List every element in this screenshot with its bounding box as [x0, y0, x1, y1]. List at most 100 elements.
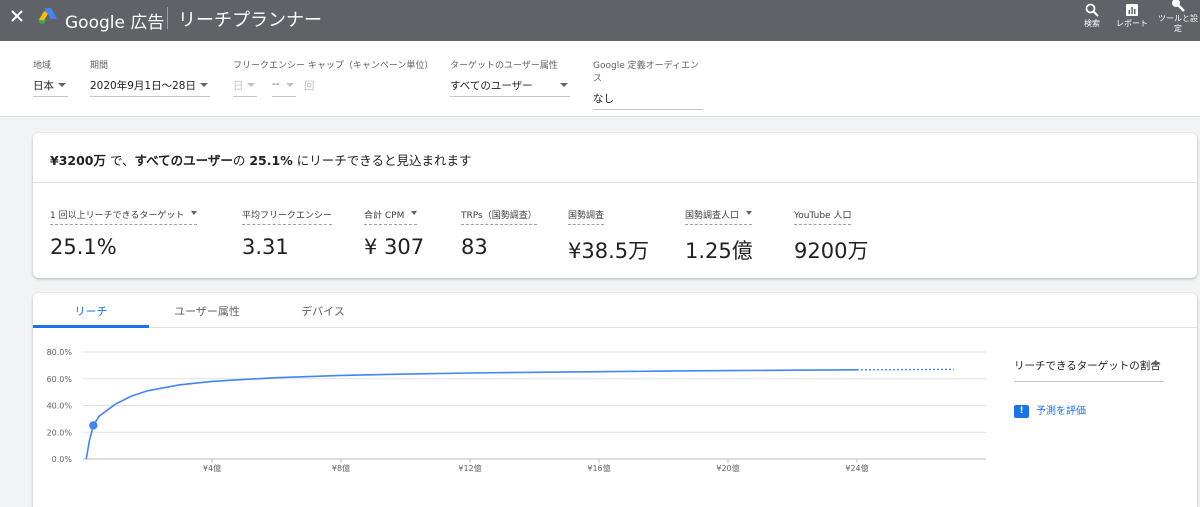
tab-demographics[interactable]: ユーザー属性	[149, 303, 265, 319]
target-value: すべてのユーザー	[450, 80, 533, 92]
chevron-down-icon	[200, 83, 208, 87]
chart-metric-value: リーチできるターゲットの割合	[1014, 360, 1161, 372]
reach-percent: 25.1%	[249, 153, 293, 168]
frequency-dash-value: --	[272, 78, 280, 90]
period-select[interactable]: 2020年9月1日～28日	[90, 78, 210, 97]
region-select[interactable]: 日本	[33, 78, 68, 97]
chevron-down-icon	[1152, 362, 1160, 366]
metric-label: 国勢調査	[568, 208, 605, 225]
period-filter[interactable]: 期間 2020年9月1日～28日	[90, 58, 210, 97]
metric-value: ¥ 307	[364, 235, 425, 259]
metric-label-text: 国勢調査	[568, 211, 605, 221]
metric-trps: TRPs（国勢調査） 83	[461, 203, 537, 259]
metric-value: 9200万	[794, 239, 869, 263]
evaluate-label: 予測を評価	[1036, 406, 1086, 417]
metric-avg-frequency: 平均フリークエンシー 3.31	[242, 203, 333, 259]
metric-reach-target[interactable]: 1 回以上リーチできるターゲット 25.1%	[50, 203, 198, 259]
chevron-down-icon	[58, 83, 66, 87]
reach-headline: ¥3200万 で、すべてのユーザーの 25.1% にリーチできると見込まれます	[50, 150, 471, 169]
evaluate-forecast-link[interactable]: ! 予測を評価	[1014, 402, 1086, 418]
reach-line-chart: 80.0% 60.0% 40.0% 20.0% 0.0% ¥4億 ¥8億 ¥12億 ¥16億 ¥2…	[47, 348, 986, 473]
metric-value: 25.1%	[50, 235, 117, 259]
frequency-count-select: 日	[233, 78, 257, 97]
audience-filter[interactable]: Google 定義オーディエンス なし	[593, 58, 703, 110]
chevron-down-icon	[286, 83, 294, 87]
google-ads-logo	[38, 8, 57, 24]
headline-text-2: の	[232, 153, 250, 168]
report-label: レポート	[1116, 19, 1148, 28]
frequency-count-value: 日	[233, 80, 244, 92]
metric-value: ¥38.5万	[568, 239, 650, 263]
metric-label-text: 1 回以上リーチできるターゲット	[50, 211, 185, 221]
metric-label[interactable]: 国勢調査人口	[685, 208, 753, 225]
metric-label-text: TRPs（国勢調査）	[461, 211, 537, 221]
target-select[interactable]: すべてのユーザー	[450, 78, 570, 97]
y-tick-label: 20.0%	[47, 428, 73, 437]
brand-name: Google 広告	[65, 13, 165, 33]
metric-value: 83	[461, 235, 488, 259]
headline-text-1: で、	[106, 153, 135, 168]
metric-label: YouTube 人口	[794, 208, 852, 225]
tools-button[interactable]: ツールと設定	[1156, 0, 1200, 34]
top-app-bar: Google 広告 リーチプランナー 検索 レポート ツールと設定	[0, 0, 1200, 41]
filter-bar: 地域 日本 期間 2020年9月1日～28日 フリークエンシー キャップ（キャン…	[0, 41, 1200, 117]
metric-label[interactable]: 合計 CPM	[364, 208, 418, 225]
frequency-cap-filter: フリークエンシー キャップ（キャンペーン単位） 日 -- 回	[233, 58, 433, 104]
x-tick-label: ¥24億	[845, 463, 868, 473]
chart-metric-select[interactable]: リーチできるターゲットの割合	[1014, 358, 1164, 382]
wrench-icon	[1172, 0, 1185, 12]
tab-bar: リーチ ユーザー属性 デバイス	[33, 293, 1197, 328]
audience-select[interactable]: なし	[593, 91, 703, 110]
frequency-times-select: --	[272, 78, 296, 97]
y-tick-label: 60.0%	[47, 375, 73, 384]
period-value: 2020年9月1日～28日	[90, 80, 196, 92]
search-icon	[1085, 3, 1099, 17]
feedback-icon: !	[1014, 404, 1029, 418]
x-tick-label: ¥8億	[332, 463, 350, 473]
y-tick-label: 40.0%	[47, 402, 73, 411]
tools-label: ツールと設定	[1158, 14, 1198, 33]
chevron-down-icon	[247, 83, 255, 87]
y-tick-label: 80.0%	[47, 348, 73, 357]
search-button[interactable]: 検索	[1072, 3, 1112, 29]
metric-label: TRPs（国勢調査）	[461, 208, 537, 225]
region-value: 日本	[33, 80, 54, 92]
frequency-cap-label: フリークエンシー キャップ（キャンペーン単位）	[233, 61, 434, 71]
headline-text-3: にリーチできると見込まれます	[292, 153, 472, 168]
report-button[interactable]: レポート	[1112, 3, 1152, 29]
metric-total-cpm[interactable]: 合計 CPM ¥ 307	[364, 203, 424, 259]
audience-value: なし	[593, 93, 614, 105]
metric-label[interactable]: 1 回以上リーチできるターゲット	[50, 208, 198, 225]
metric-label-text: 合計 CPM	[364, 211, 405, 221]
summary-divider	[33, 182, 1197, 183]
region-filter[interactable]: 地域 日本	[33, 58, 68, 97]
metric-label: 平均フリークエンシー	[242, 208, 333, 225]
metric-label-text: YouTube 人口	[794, 211, 852, 221]
region-label: 地域	[33, 61, 52, 71]
page-title: リーチプランナー	[178, 10, 322, 31]
x-tick-label: ¥16億	[587, 463, 610, 473]
target-filter[interactable]: ターゲットのユーザー属性 すべてのユーザー	[450, 58, 570, 97]
tab-devices[interactable]: デバイス	[265, 303, 381, 319]
metric-label-text: 国勢調査人口	[685, 211, 740, 221]
period-label: 期間	[90, 61, 109, 71]
reach-curve-line	[85, 369, 858, 460]
metric-census-population[interactable]: 国勢調査人口 1.25億	[685, 203, 753, 265]
metric-youtube-population: YouTube 人口 9200万	[794, 203, 868, 265]
header-divider	[167, 7, 168, 29]
close-icon[interactable]	[10, 9, 24, 23]
reach-chart-card: リーチ ユーザー属性 デバイス 80.0% 60.0% 40.0% 20.0% 0.0%…	[33, 293, 1197, 507]
budget-value: ¥3200万	[50, 153, 106, 168]
x-tick-label: ¥4億	[203, 463, 221, 473]
active-tab-indicator	[33, 325, 149, 328]
frequency-unit: 回	[304, 80, 315, 92]
audience-name: すべてのユーザー	[134, 153, 233, 168]
metric-census: 国勢調査 ¥38.5万	[568, 203, 649, 265]
chevron-down-icon	[746, 211, 753, 215]
y-tick-label: 0.0%	[52, 455, 73, 464]
chevron-down-icon	[560, 83, 568, 87]
audience-label: Google 定義オーディエンス	[593, 61, 699, 84]
chevron-down-icon	[191, 211, 198, 215]
current-budget-marker	[89, 421, 98, 430]
tab-reach[interactable]: リーチ	[33, 303, 149, 319]
